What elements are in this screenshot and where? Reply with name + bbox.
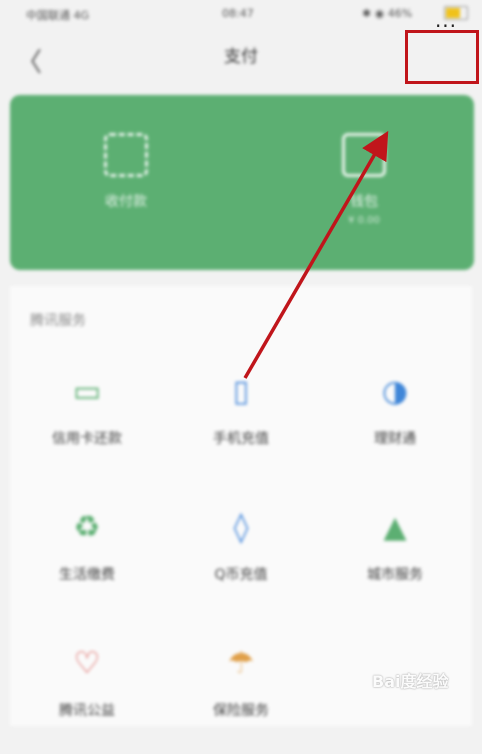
watermark-logo: Bai度经验 (372, 672, 449, 691)
annotation-arrow (243, 130, 389, 379)
